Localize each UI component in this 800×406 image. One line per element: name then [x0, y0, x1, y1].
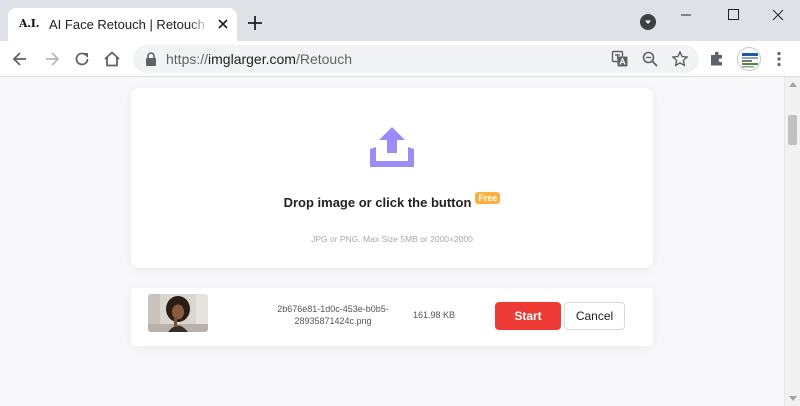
file-name-line-1: 2b676e81-1d0c-453e-b0b5- — [277, 304, 389, 314]
tab-favicon: A.I. — [19, 17, 40, 30]
url-host: imglarger.com — [208, 51, 296, 67]
scroll-down-arrow-icon[interactable] — [789, 396, 797, 401]
translate-icon[interactable] — [611, 50, 629, 68]
url-path: /Retouch — [295, 51, 352, 67]
home-icon[interactable] — [102, 49, 122, 69]
arrow-left-icon[interactable] — [10, 49, 30, 69]
close-icon[interactable] — [215, 16, 231, 32]
tab-strip: A.I. AI Face Retouch | Retouch and — [0, 0, 800, 41]
upload-dropzone[interactable]: Drop image or click the button Free JPG o… — [131, 88, 653, 268]
window-close-icon[interactable] — [755, 0, 800, 30]
url-text[interactable]: https://imglarger.com/Retouch — [166, 51, 352, 67]
star-icon[interactable] — [671, 50, 689, 68]
reload-icon[interactable] — [72, 49, 92, 69]
browser-toolbar: https://imglarger.com/Retouch — [0, 41, 800, 77]
kebab-menu-icon[interactable] — [769, 49, 789, 69]
page-scrollbar[interactable] — [784, 77, 800, 406]
scrollbar-thumb[interactable] — [788, 115, 797, 145]
arrow-right-icon[interactable] — [42, 49, 62, 69]
upload-tray-icon — [370, 127, 414, 167]
lock-icon[interactable] — [145, 52, 157, 66]
free-badge: Free — [475, 192, 501, 204]
scroll-up-arrow-icon[interactable] — [789, 82, 797, 87]
address-bar[interactable]: https://imglarger.com/Retouch — [133, 45, 699, 73]
browser-tab[interactable]: A.I. AI Face Retouch | Retouch and — [8, 8, 237, 41]
url-scheme: https:// — [166, 51, 209, 67]
file-name: 2b676e81-1d0c-453e-b0b5- 28935871424c.pn… — [243, 303, 423, 327]
file-size: 161.98 KB — [413, 310, 456, 320]
plus-icon[interactable] — [246, 14, 264, 32]
drop-text: Drop image or click the button — [283, 195, 472, 210]
minimize-icon[interactable] — [663, 0, 709, 30]
file-row: 2b676e81-1d0c-453e-b0b5- 28935871424c.pn… — [131, 288, 653, 346]
cancel-button[interactable]: Cancel — [564, 302, 625, 330]
chevron-down-icon[interactable] — [640, 14, 656, 30]
avatar[interactable] — [737, 47, 761, 71]
maximize-icon[interactable] — [710, 0, 756, 30]
zoom-icon[interactable] — [641, 50, 659, 68]
page-content: Drop image or click the button Free JPG o… — [0, 77, 784, 406]
image-thumbnail — [148, 294, 208, 332]
file-name-line-2: 28935871424c.png — [294, 316, 372, 326]
drop-instructions: Drop image or click the button Free — [131, 192, 653, 210]
start-button[interactable]: Start — [495, 302, 561, 330]
tab-title-fade — [189, 14, 209, 34]
tab-title: AI Face Retouch | Retouch and — [49, 17, 209, 32]
profile-picture — [742, 53, 758, 68]
puzzle-icon[interactable] — [707, 49, 727, 69]
upload-hint: JPG or PNG. Max Size 5MB or 2000×2000 — [311, 234, 473, 244]
